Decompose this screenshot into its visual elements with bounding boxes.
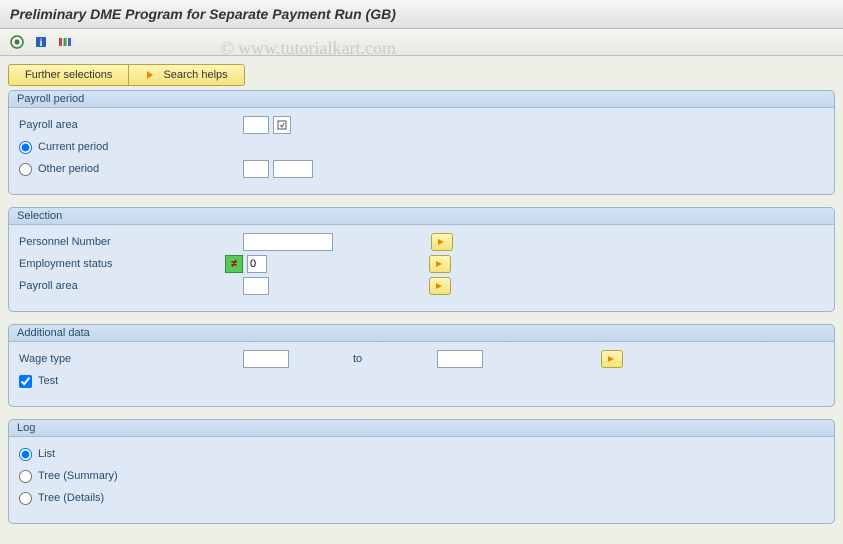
payroll-area-sel-input[interactable]: [243, 277, 269, 295]
wage-type-to-input[interactable]: [437, 350, 483, 368]
info-icon[interactable]: i: [32, 33, 50, 51]
search-helps-button[interactable]: Search helps: [129, 64, 244, 86]
radio-label: List: [38, 448, 55, 460]
emp-status-label: Employment status: [19, 258, 221, 270]
group-title: Log: [9, 420, 834, 437]
group-title: Payroll period: [9, 91, 834, 108]
multiple-selection-button[interactable]: [431, 233, 453, 251]
not-equal-icon[interactable]: ≠: [225, 255, 243, 273]
button-label: Further selections: [25, 69, 112, 81]
svg-text:i: i: [40, 38, 43, 49]
app-toolbar: i: [0, 29, 843, 56]
further-selections-button[interactable]: Further selections: [8, 64, 129, 86]
pernr-input[interactable]: [243, 233, 333, 251]
other-period-to-input[interactable]: [273, 160, 313, 178]
multiple-selection-button[interactable]: [429, 255, 451, 273]
radio-label: Other period: [38, 163, 99, 175]
emp-status-input[interactable]: [247, 255, 267, 273]
other-period-radio[interactable]: Other period: [19, 163, 239, 176]
multiple-selection-button[interactable]: [429, 277, 451, 295]
test-checkbox[interactable]: Test: [19, 375, 58, 388]
group-selection: Selection Personnel Number Employment st…: [8, 207, 835, 312]
wage-type-label: Wage type: [19, 353, 239, 365]
page-title: Preliminary DME Program for Separate Pay…: [0, 0, 843, 29]
radio-label: Tree (Summary): [38, 470, 118, 482]
radio-label: Current period: [38, 141, 108, 153]
log-list-radio[interactable]: List: [19, 448, 55, 461]
current-period-radio[interactable]: Current period: [19, 141, 108, 154]
button-label: Search helps: [163, 69, 227, 81]
checkbox-label: Test: [38, 375, 58, 387]
to-label: to: [353, 353, 433, 365]
f4-help-icon[interactable]: [273, 116, 291, 134]
group-additional-data: Additional data Wage type to Test: [8, 324, 835, 407]
payroll-area-input[interactable]: [243, 116, 269, 134]
group-payroll-period: Payroll period Payroll area Current peri…: [8, 90, 835, 195]
radio-label: Tree (Details): [38, 492, 104, 504]
group-title: Selection: [9, 208, 834, 225]
multiple-selection-button[interactable]: [601, 350, 623, 368]
selection-buttons: Further selections Search helps: [8, 64, 835, 86]
variant-icon[interactable]: [56, 33, 74, 51]
content: Further selections Search helps Payroll …: [0, 56, 843, 544]
payroll-area-label: Payroll area: [19, 280, 239, 292]
execute-icon[interactable]: [8, 33, 26, 51]
log-tree-summary-radio[interactable]: Tree (Summary): [19, 470, 118, 483]
wage-type-from-input[interactable]: [243, 350, 289, 368]
pernr-label: Personnel Number: [19, 236, 239, 248]
group-log: Log List Tree (Summary) Tree (Details): [8, 419, 835, 524]
arrow-right-icon: [145, 69, 157, 81]
log-tree-details-radio[interactable]: Tree (Details): [19, 492, 104, 505]
payroll-area-label: Payroll area: [19, 119, 239, 131]
other-period-from-input[interactable]: [243, 160, 269, 178]
group-title: Additional data: [9, 325, 834, 342]
